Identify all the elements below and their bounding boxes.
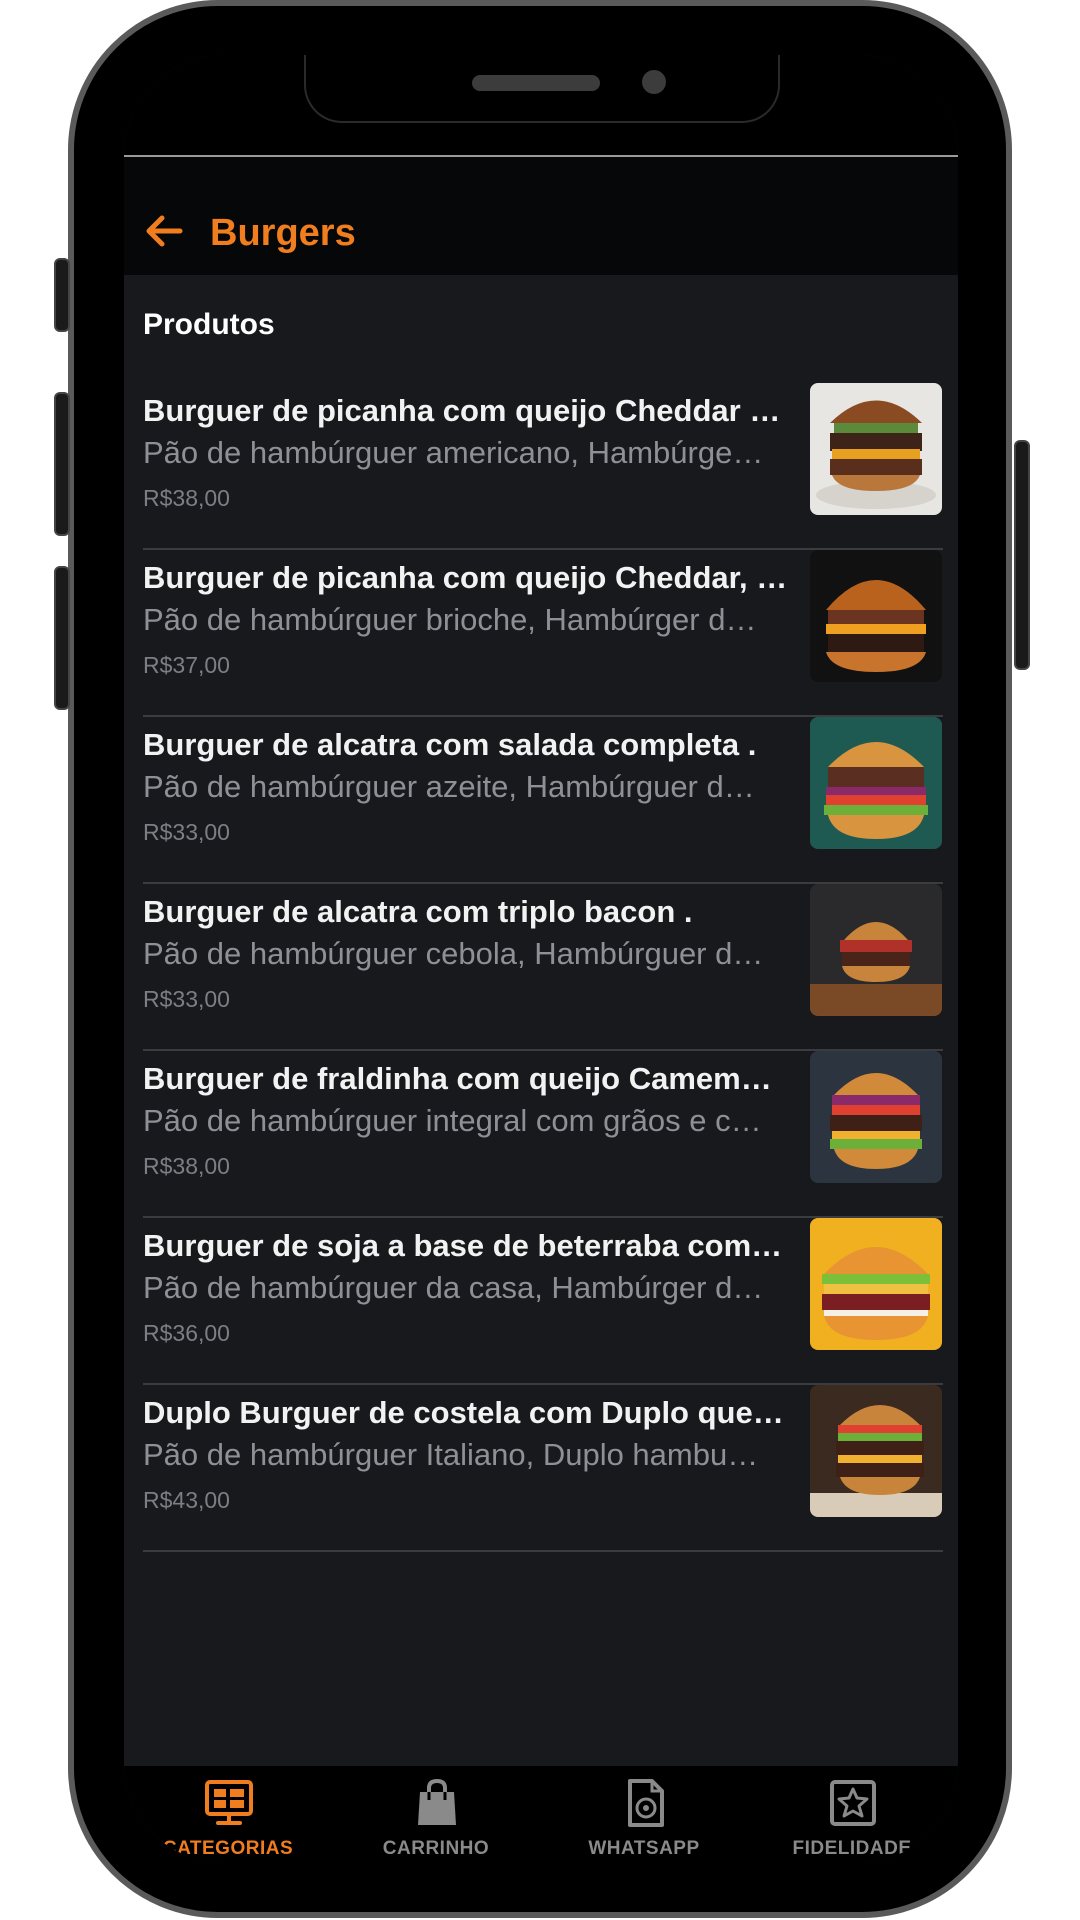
burger-photo: [810, 1218, 942, 1350]
nav-label: CARRINHO: [382, 1838, 490, 1859]
power-button: [1014, 440, 1030, 670]
burger-photo: [810, 717, 942, 849]
menu-board-icon: [204, 1778, 254, 1828]
burger-photo: [810, 550, 942, 682]
nav-fidelidade[interactable]: FIDELIDADE: [748, 1766, 956, 1863]
product-description: Pão de hambúrguer integral com grãos e c…: [143, 1103, 762, 1138]
volume-down-button: [54, 566, 70, 710]
notch: [304, 55, 780, 123]
burger-photo: [810, 383, 942, 515]
product-item[interactable]: Burguer de alcatra com triplo bacon . Pã…: [143, 884, 943, 1051]
app-bar: Burgers: [124, 157, 958, 275]
nav-carrinho[interactable]: CARRINHO: [332, 1766, 540, 1863]
product-price: R$33,00: [143, 986, 230, 1012]
volume-up-button: [54, 392, 70, 536]
document-icon: [620, 1778, 670, 1828]
app-screen: Burgers Produtos Burguer de picanha com …: [124, 55, 958, 1863]
burger-photo: [810, 1385, 942, 1517]
product-price: R$43,00: [143, 1487, 230, 1513]
section-title: Produtos: [143, 308, 275, 341]
shopping-bag-icon: [412, 1778, 462, 1828]
product-price: R$38,00: [143, 485, 230, 511]
bottom-navigation: CATEGORIAS CARRINHO WHATSAPP FIDELIDADE: [124, 1766, 958, 1863]
product-price: R$37,00: [143, 652, 230, 678]
nav-label: CATEGORIAS: [162, 1838, 294, 1859]
product-name: Burguer de alcatra com triplo bacon .: [143, 894, 693, 929]
page-title: Burgers: [210, 212, 356, 254]
product-item[interactable]: Burguer de alcatra com salada completa .…: [143, 717, 943, 884]
product-name: Duplo Burguer de costela com Duplo que…: [143, 1395, 784, 1430]
product-description: Pão de hambúrguer azeite, Hambúrguer d…: [143, 769, 755, 804]
product-item[interactable]: Burguer de fraldinha com queijo Camem… P…: [143, 1051, 943, 1218]
nav-label: WHATSAPP: [588, 1838, 700, 1859]
product-name: Burguer de fraldinha com queijo Camem…: [143, 1061, 772, 1096]
product-item[interactable]: Burguer de picanha com queijo Cheddar … …: [143, 383, 943, 550]
nav-categorias[interactable]: CATEGORIAS: [124, 1766, 332, 1863]
product-description: Pão de hambúrguer cebola, Hambúrguer d…: [143, 936, 764, 971]
product-item[interactable]: Duplo Burguer de costela com Duplo que… …: [143, 1385, 943, 1552]
front-camera: [642, 70, 666, 94]
mute-switch: [54, 258, 70, 332]
product-item[interactable]: Burguer de picanha com queijo Cheddar, ……: [143, 550, 943, 717]
product-description: Pão de hambúrguer Italiano, Duplo hambu…: [143, 1437, 759, 1472]
product-name: Burguer de picanha com queijo Cheddar …: [143, 393, 781, 428]
speaker-grille: [472, 75, 600, 91]
burger-photo: [810, 884, 942, 1016]
arrow-left-icon[interactable]: [140, 207, 188, 255]
product-name: Burguer de soja a base de beterraba com…: [143, 1228, 783, 1263]
product-description: Pão de hambúrguer da casa, Hambúrger d…: [143, 1270, 764, 1305]
product-item[interactable]: Burguer de soja a base de beterraba com……: [143, 1218, 943, 1385]
nav-label: FIDELIDADE: [792, 1838, 912, 1859]
product-name: Burguer de alcatra com salada completa .: [143, 727, 757, 762]
product-name: Burguer de picanha com queijo Cheddar, …: [143, 560, 788, 595]
burger-photo: [810, 1051, 942, 1183]
product-list: Burguer de picanha com queijo Cheddar … …: [143, 383, 943, 1552]
product-description: Pão de hambúrguer americano, Hambúrge…: [143, 435, 764, 470]
product-price: R$38,00: [143, 1153, 230, 1179]
product-price: R$33,00: [143, 819, 230, 845]
product-price: R$36,00: [143, 1320, 230, 1346]
star-badge-icon: [828, 1778, 878, 1828]
nav-whatsapp[interactable]: WHATSAPP: [540, 1766, 748, 1863]
product-description: Pão de hambúrguer brioche, Hambúrger d…: [143, 602, 757, 637]
